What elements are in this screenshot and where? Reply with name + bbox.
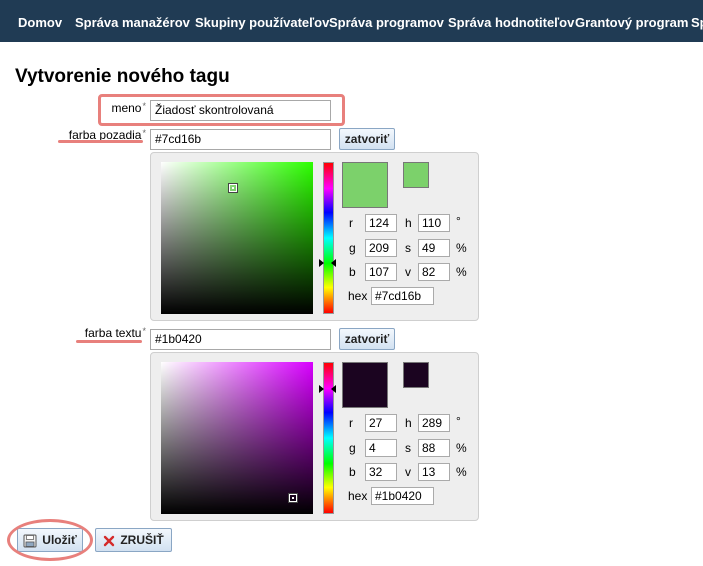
bg-new-color-swatch <box>342 162 388 208</box>
close-x-icon <box>104 535 115 547</box>
text-r-input[interactable]: 27 <box>365 414 397 432</box>
bg-saturation-black-layer <box>161 162 313 314</box>
text-saturation-cursor[interactable] <box>289 494 297 502</box>
text-v-unit: % <box>456 465 467 479</box>
annotation-highlight-name <box>98 94 345 126</box>
bg-hue-arrow-right-icon[interactable] <box>331 259 336 267</box>
bg-saturation-cursor[interactable] <box>229 184 237 192</box>
nav-item-home[interactable]: Domov <box>18 0 62 42</box>
top-navigation: Domov Správa manažérov Skupiny používate… <box>0 0 703 42</box>
bg-hex-label: hex <box>348 289 368 303</box>
text-v-label: v <box>405 465 411 479</box>
annotation-underline-text-color <box>76 340 142 343</box>
bg-hex-input[interactable]: #7cd16b <box>371 287 434 305</box>
bg-s-unit: % <box>456 241 467 255</box>
bg-current-color-swatch[interactable] <box>403 162 429 188</box>
nav-item-managers[interactable]: Správa manažérov <box>75 0 190 42</box>
page-title: Vytvorenie nového tagu <box>15 66 230 87</box>
annotation-underline-bg-color <box>58 140 143 143</box>
text-h-input[interactable]: 289 <box>418 414 450 432</box>
bg-h-unit: ° <box>456 214 461 228</box>
bg-color-close-button[interactable]: zatvoriť <box>339 128 395 150</box>
bg-r-label: r <box>349 216 353 230</box>
text-s-input[interactable]: 88 <box>418 439 450 457</box>
text-hex-input[interactable]: #1b0420 <box>371 487 434 505</box>
bg-color-picker: r 124 h 110 ° g 209 s 49 % b 107 v 82 % … <box>150 152 479 321</box>
bg-saturation-value-area[interactable] <box>161 162 313 314</box>
text-b-input[interactable]: 32 <box>365 463 397 481</box>
text-color-close-button[interactable]: zatvoriť <box>339 328 395 350</box>
text-s-unit: % <box>456 441 467 455</box>
cancel-button[interactable]: ZRUŠIŤ <box>95 528 172 552</box>
text-v-input[interactable]: 13 <box>418 463 450 481</box>
cancel-button-label: ZRUŠIŤ <box>120 533 164 547</box>
bg-h-input[interactable]: 110 <box>418 214 450 232</box>
text-r-label: r <box>349 416 353 430</box>
text-hue-arrow-left-icon[interactable] <box>319 385 324 393</box>
nav-item-user-groups[interactable]: Skupiny používateľov <box>195 0 329 42</box>
text-b-label: b <box>349 465 356 479</box>
text-g-label: g <box>349 441 356 455</box>
bg-g-input[interactable]: 209 <box>365 239 397 257</box>
nav-item-more[interactable]: Sp <box>691 0 703 42</box>
text-color-input[interactable]: #1b0420 <box>150 329 331 350</box>
text-new-color-swatch <box>342 362 388 408</box>
text-saturation-black-layer <box>161 362 313 514</box>
bg-hue-arrow-left-icon[interactable] <box>319 259 324 267</box>
bg-s-input[interactable]: 49 <box>418 239 450 257</box>
text-s-label: s <box>405 441 411 455</box>
bg-r-input[interactable]: 124 <box>365 214 397 232</box>
bg-b-label: b <box>349 265 356 279</box>
text-h-unit: ° <box>456 414 461 428</box>
bg-b-input[interactable]: 107 <box>365 263 397 281</box>
bg-color-input[interactable]: #7cd16b <box>150 129 331 150</box>
bg-hue-slider[interactable] <box>319 162 336 314</box>
text-current-color-swatch[interactable] <box>403 362 429 388</box>
nav-item-programs[interactable]: Správa programov <box>329 0 444 42</box>
bg-g-label: g <box>349 241 356 255</box>
bg-v-label: v <box>405 265 411 279</box>
bg-h-label: h <box>405 216 412 230</box>
text-g-input[interactable]: 4 <box>365 439 397 457</box>
nav-item-evaluators[interactable]: Správa hodnotiteľov <box>448 0 574 42</box>
text-saturation-value-area[interactable] <box>161 362 313 514</box>
text-color-label: farba textu* <box>84 326 146 340</box>
text-hue-arrow-right-icon[interactable] <box>331 385 336 393</box>
bg-v-input[interactable]: 82 <box>418 263 450 281</box>
bg-s-label: s <box>405 241 411 255</box>
text-hex-label: hex <box>348 489 368 503</box>
nav-item-grant-program[interactable]: Grantový program <box>575 0 688 42</box>
bg-v-unit: % <box>456 265 467 279</box>
annotation-circle-save <box>7 519 93 561</box>
text-hue-slider[interactable] <box>319 362 336 514</box>
text-color-picker: r 27 h 289 ° g 4 s 88 % b 32 v 13 % hex … <box>150 352 479 521</box>
text-h-label: h <box>405 416 412 430</box>
